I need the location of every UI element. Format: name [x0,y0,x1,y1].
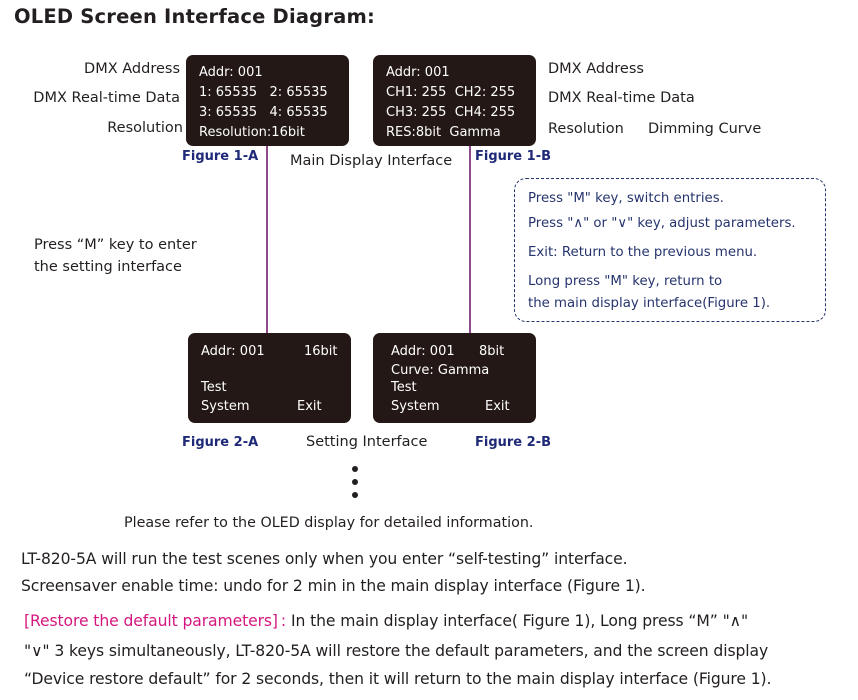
oled-line: 3: 65535 4: 65535 [199,105,328,120]
ellipsis-dot [352,479,358,485]
paragraph-restore-line3: “Device restore default” for 2 seconds, … [24,670,772,688]
setting-addr: Addr: 001 [201,344,265,359]
ellipsis-dot [352,466,358,472]
oled-figure-1a: Addr: 001 1: 65535 2: 65535 3: 65535 4: … [186,55,349,146]
restore-heading: [Restore the default parameters] : [24,612,287,630]
note-exit: Exit: Return to the previous menu. [528,245,758,260]
oled-figure-2a: Addr: 001 16bit Test System Exit [188,333,351,423]
note-long-press-line2: the main display interface(Figure 1). [528,296,771,311]
label-dmx-address-left: DMX Address [84,61,180,77]
oled-line: RES:8bit Gamma [386,125,501,140]
oled-figure-1b: Addr: 001 CH1: 255 CH2: 255 CH3: 255 CH4… [373,55,536,146]
label-dmx-realtime-left: DMX Real-time Data [33,90,180,106]
restore-text: In the main display interface( Figure 1)… [286,612,749,630]
oled-line: CH3: 255 CH4: 255 [386,105,516,120]
paragraph-screensaver: Screensaver enable time: undo for 2 min … [21,577,646,595]
paragraph-restore-line2: "∨" 3 keys simultaneously, LT-820-5A wil… [24,642,769,660]
setting-test: Test [391,380,417,395]
label-dmx-address-right: DMX Address [548,61,644,77]
main-display-caption: Main Display Interface [290,153,453,169]
label-dmx-realtime-right: DMX Real-time Data [548,90,695,106]
oled-line: Resolution:16bit [199,125,305,140]
setting-exit: Exit [485,399,510,414]
paragraph-test-scenes: LT-820-5A will run the test scenes only … [21,550,628,568]
setting-interface-caption: Setting Interface [306,434,428,450]
figure-1b-label: Figure 1-B [475,149,552,164]
enter-setting-hint-line2: the setting interface [34,259,182,275]
connector-line-b [469,146,471,334]
oled-figure-2b: Addr: 001 8bit Curve: Gamma Test System … [373,333,536,423]
connector-line-a [266,146,268,334]
oled-line: Addr: 001 [199,65,263,80]
figure-1a-label: Figure 1-A [182,149,259,164]
label-resolution-right: Resolution [548,121,624,137]
setting-resolution: 8bit [479,344,505,359]
setting-system: System [391,399,440,414]
note-switch-entries: Press "M" key, switch entries. [528,191,724,206]
paragraph-restore-line1: [Restore the default parameters] : In th… [24,612,748,630]
oled-line: CH1: 255 CH2: 255 [386,85,516,100]
figure-2a-label: Figure 2-A [182,435,259,450]
page-title: OLED Screen Interface Diagram: [14,5,376,28]
label-resolution-left: Resolution [107,120,183,136]
setting-resolution: 16bit [304,344,338,359]
note-long-press-line1: Long press "M" key, return to [528,274,723,289]
oled-line: 1: 65535 2: 65535 [199,85,328,100]
label-dimming-curve: Dimming Curve [648,121,762,137]
setting-system: System [201,399,250,414]
ellipsis-dot [352,492,358,498]
enter-setting-hint-line1: Press “M” key to enter [34,237,197,253]
setting-exit: Exit [297,399,322,414]
note-adjust-parameters: Press "∧" or "∨" key, adjust parameters. [528,216,796,231]
oled-line: Addr: 001 [386,65,450,80]
figure-2b-label: Figure 2-B [475,435,552,450]
setting-addr: Addr: 001 [391,344,455,359]
setting-test: Test [201,380,227,395]
refer-note: Please refer to the OLED display for det… [124,515,534,531]
